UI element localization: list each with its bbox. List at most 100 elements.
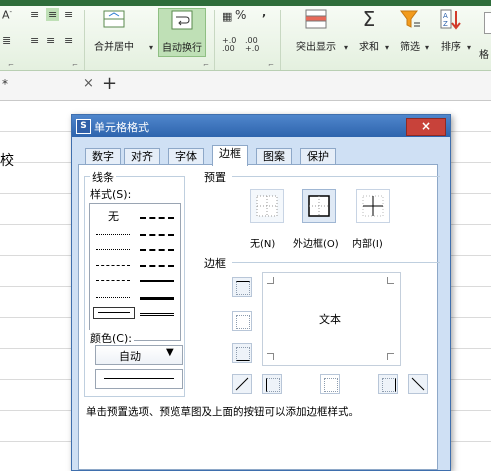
filter-label: 筛选 bbox=[400, 42, 420, 53]
sum-label: 求和 bbox=[359, 42, 379, 53]
line-style-option[interactable] bbox=[140, 265, 174, 267]
sigma-icon: Σ bbox=[362, 7, 376, 31]
align-middle-icon[interactable]: ≡ bbox=[46, 8, 60, 21]
preview-text: 文本 bbox=[319, 313, 341, 326]
svg-text:Z: Z bbox=[443, 20, 448, 28]
sort-button[interactable]: A Z 排序 bbox=[440, 8, 462, 53]
diagonal-down-icon bbox=[411, 377, 425, 391]
line-style-option[interactable] bbox=[96, 297, 130, 298]
border-left-button[interactable] bbox=[262, 374, 282, 394]
thousands-separator-icon[interactable]: , bbox=[262, 6, 266, 19]
line-style-option[interactable] bbox=[140, 280, 174, 282]
group-launcher-icon[interactable]: ⌐ bbox=[203, 61, 209, 69]
sort-az-icon: A Z bbox=[440, 9, 461, 30]
tab-border[interactable]: 边框 bbox=[212, 145, 248, 166]
chevron-down-icon[interactable]: ▾ bbox=[344, 43, 348, 52]
line-style-option[interactable] bbox=[140, 297, 174, 300]
wps-logo-icon: S bbox=[76, 119, 91, 134]
preset-inside-button[interactable] bbox=[356, 189, 390, 223]
line-style-option[interactable] bbox=[140, 249, 174, 251]
border-diagonal-down-button[interactable] bbox=[408, 374, 428, 394]
border-right-button[interactable] bbox=[378, 374, 398, 394]
dialog-title-bar[interactable]: S 单元格格式 × bbox=[72, 115, 450, 137]
group-launcher-icon[interactable]: ⌐ bbox=[8, 61, 14, 69]
ribbon-toolbar: A- ≡ ≡ ≡ ≣ ≡ ≡ ≡ ⌐ ⌐ 合并居中 ▾ 自动换行 ⌐ ▦ % ,… bbox=[0, 6, 491, 71]
line-style-option[interactable] bbox=[140, 313, 174, 316]
merge-center-button[interactable]: 合并居中 bbox=[94, 8, 134, 53]
preset-inside-label: 内部(I) bbox=[352, 239, 383, 250]
style-label: 样式(S): bbox=[88, 186, 134, 202]
line-style-option[interactable] bbox=[96, 265, 130, 266]
dialog-title: 单元格格式 bbox=[94, 121, 149, 134]
increase-decimal-button[interactable]: +.0 .00 bbox=[222, 37, 240, 53]
border-group-border bbox=[232, 262, 440, 263]
border-group-title: 边框 bbox=[202, 255, 228, 271]
line-group-border bbox=[84, 396, 185, 397]
line-style-option[interactable] bbox=[96, 249, 130, 250]
line-style-option[interactable] bbox=[140, 217, 174, 219]
highlight-label: 突出显示 bbox=[296, 42, 336, 53]
border-center-button[interactable] bbox=[320, 374, 340, 394]
color-dropdown[interactable]: 自动 ▼ bbox=[95, 345, 183, 365]
wrap-text-icon bbox=[171, 10, 193, 30]
tab-protection[interactable]: 保护 bbox=[300, 148, 336, 165]
align-right-icon[interactable]: ≡ bbox=[64, 34, 73, 47]
line-style-option[interactable] bbox=[96, 280, 130, 281]
document-tab-bar: * × + bbox=[0, 71, 491, 101]
close-tab-icon[interactable]: × bbox=[83, 76, 94, 91]
decrease-decimal-button[interactable]: .00 +.0 bbox=[245, 37, 263, 53]
line-style-option[interactable] bbox=[96, 234, 130, 235]
border-bottom-button[interactable] bbox=[232, 343, 252, 363]
preset-none-button[interactable] bbox=[250, 189, 284, 223]
autosum-button[interactable]: Σ 求和 bbox=[359, 8, 379, 53]
chevron-down-icon[interactable]: ▾ bbox=[385, 43, 389, 52]
border-outline-icon bbox=[308, 195, 330, 217]
border-preview[interactable]: 文本 bbox=[262, 272, 401, 366]
tab-pattern[interactable]: 图案 bbox=[256, 148, 292, 165]
border-diagonal-up-button[interactable] bbox=[232, 374, 252, 394]
format-label[interactable]: 格 bbox=[479, 46, 489, 61]
chevron-down-icon[interactable]: ▾ bbox=[467, 43, 471, 52]
border-top-button[interactable] bbox=[232, 277, 252, 297]
cell-text[interactable]: 校 bbox=[0, 150, 14, 170]
tab-alignment[interactable]: 对齐 bbox=[124, 148, 160, 165]
line-group-title: 线条 bbox=[90, 169, 116, 185]
tab-number[interactable]: 数字 bbox=[85, 148, 121, 165]
wrap-text-button[interactable]: 自动换行 bbox=[158, 8, 206, 57]
border-inside-icon bbox=[362, 195, 384, 217]
indent-icon[interactable]: ≣ bbox=[2, 34, 11, 47]
align-center-icon[interactable]: ≡ bbox=[46, 34, 55, 47]
chevron-down-icon[interactable]: ▾ bbox=[425, 43, 429, 52]
chevron-down-icon[interactable]: ▾ bbox=[149, 43, 153, 52]
preset-group-border bbox=[232, 176, 440, 177]
svg-text:A: A bbox=[443, 12, 448, 20]
percent-button[interactable]: % bbox=[235, 8, 246, 22]
align-top-icon[interactable]: ≡ bbox=[30, 8, 39, 21]
filter-button[interactable]: 筛选 bbox=[399, 8, 421, 53]
line-style-selected[interactable] bbox=[93, 307, 135, 319]
tab-font[interactable]: 字体 bbox=[168, 148, 204, 165]
preset-group-title: 预置 bbox=[202, 169, 228, 185]
new-tab-button[interactable]: + bbox=[102, 73, 117, 94]
ribbon-separator bbox=[280, 10, 281, 70]
line-style-option[interactable] bbox=[140, 234, 174, 236]
preset-outline-button[interactable] bbox=[302, 189, 336, 223]
border-middle-button[interactable] bbox=[232, 311, 252, 331]
close-button[interactable]: × bbox=[406, 118, 446, 136]
line-group-border bbox=[84, 176, 85, 396]
align-bottom-icon[interactable]: ≡ bbox=[64, 8, 73, 21]
line-style-list[interactable]: 无 bbox=[89, 203, 181, 341]
format-icon[interactable] bbox=[484, 12, 491, 34]
preview-corner-mark bbox=[387, 277, 394, 284]
merge-center-label: 合并居中 bbox=[94, 42, 134, 53]
filter-funnel-icon bbox=[400, 10, 420, 28]
group-launcher-icon[interactable]: ⌐ bbox=[268, 61, 274, 69]
align-left-icon[interactable]: ≡ bbox=[30, 34, 39, 47]
conditional-format-button[interactable]: 突出显示 bbox=[296, 8, 336, 53]
line-style-none[interactable]: 无 bbox=[108, 208, 119, 224]
preview-corner-mark bbox=[267, 353, 274, 360]
group-launcher-icon[interactable]: ⌐ bbox=[72, 61, 78, 69]
preview-corner-mark bbox=[267, 277, 274, 284]
font-shrink-icon[interactable]: A- bbox=[2, 8, 12, 22]
currency-icon[interactable]: ▦ bbox=[222, 10, 232, 23]
